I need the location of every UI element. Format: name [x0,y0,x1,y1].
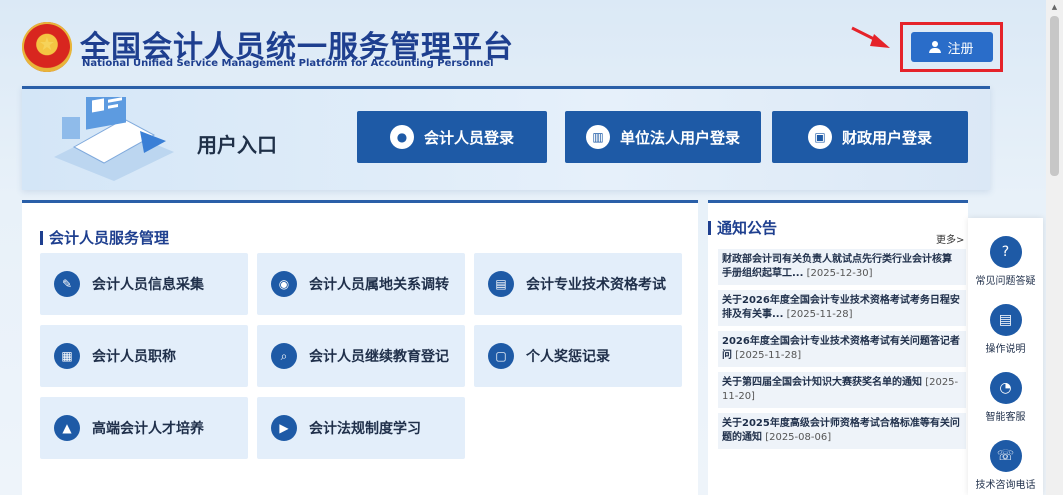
notice-title: 关于2025年度高级会计师资格考试合格标准等有关问题的通知 [722,418,960,443]
red-arrow-annotation [851,26,890,48]
manual-icon: ▤ [989,304,1022,336]
clipboard-icon: ▢ [488,343,514,369]
service-item-label: 会计人员信息采集 [92,277,204,293]
location-icon: ◉ [271,271,297,297]
user-icon: ● [389,125,414,149]
scroll-thumb[interactable] [1050,16,1059,176]
service-panel: 会计人员服务管理 ✎ 会计人员信息采集 ◉ 会计人员属地关系调转 ▤ 会计专业技… [22,200,698,495]
notice-section-title: 通知公告 [708,217,777,238]
entry-title: 用户入口 [197,133,277,157]
notice-date: [2025-12-30] [806,268,873,279]
vertical-scrollbar[interactable]: ▲ [1046,0,1063,495]
notice-date: [2025-08-06] [765,432,832,443]
service-item-label: 会计专业技术资格考试 [526,277,666,293]
finance-login-button[interactable]: ▣ 财政用户登录 [772,111,968,163]
notice-date: [2025-11-28] [786,309,853,320]
register-label: 注册 [947,41,974,57]
notice-item[interactable]: 关于2025年度高级会计师资格考试合格标准等有关问题的通知 [2025-08-0… [718,413,966,449]
more-link[interactable]: 更多> [936,231,964,246]
service-section-title: 会计人员服务管理 [40,227,169,248]
phone-icon: ☏ [989,440,1022,472]
edit-icon: ✎ [54,271,80,297]
float-label: 智能客服 [985,412,1026,423]
building-icon: ▥ [585,125,610,149]
document-icon: ▤ [488,271,514,297]
float-label: 常见问题答疑 [975,276,1036,287]
chat-button[interactable]: ◔ 智能客服 [968,372,1043,423]
service-item[interactable]: ▶ 会计法规制度学习 [257,397,465,459]
scroll-up-arrow-icon[interactable]: ▲ [1046,0,1063,14]
faq-button[interactable]: ? 常见问题答疑 [968,236,1043,287]
play-icon: ▶ [271,415,297,441]
question-icon: ? [989,236,1022,268]
login-button-label: 财政用户登录 [841,128,932,147]
service-item[interactable]: ✎ 会计人员信息采集 [40,253,248,315]
chat-icon: ◔ [989,372,1022,404]
login-button-label: 单位法人用户登录 [619,128,740,147]
manual-button[interactable]: ▤ 操作说明 [968,304,1043,355]
register-button[interactable]: 注册 [910,32,993,62]
float-label: 技术咨询电话 [975,480,1036,491]
computer-illustration-icon [54,97,174,181]
service-item[interactable]: ▲ 高端会计人才培养 [40,397,248,459]
entity-login-button[interactable]: ▥ 单位法人用户登录 [565,111,761,163]
site-subtitle: National Unified Service Management Plat… [82,58,494,69]
notice-panel: 通知公告 更多> 财政部会计司有关负责人就试点先行类行业会计核算手册组织起草工.… [708,200,968,495]
service-item[interactable]: ⌕ 会计人员继续教育登记 [257,325,465,387]
notice-title: 关于第四届全国会计知识大赛获奖名单的通知 [722,377,922,388]
service-item-label: 会计人员职称 [92,349,176,365]
page: 全国会计人员统一服务管理平台 National Unified Service … [0,0,1063,495]
notice-date: [2025-11-28] [735,350,802,361]
service-item-label: 会计人员属地关系调转 [309,277,449,293]
accountant-login-button[interactable]: ● 会计人员登录 [357,111,547,163]
notice-item[interactable]: 关于第四届全国会计知识大赛获奖名单的通知 [2025-11-20] [718,372,966,408]
float-label: 操作说明 [985,344,1026,355]
notice-item[interactable]: 关于2026年度全国会计专业技术资格考试考务日程安排及有关事... [2025-… [718,290,966,326]
service-item-label: 高端会计人才培养 [92,421,204,437]
register-highlight-box: 注册 [900,22,1003,72]
user-icon [929,41,942,53]
search-doc-icon: ⌕ [271,343,297,369]
phone-button[interactable]: ☏ 技术咨询电话 [968,440,1043,491]
login-button-label: 会计人员登录 [423,128,514,147]
service-item-label: 个人奖惩记录 [526,349,610,365]
service-item[interactable]: ▦ 会计人员职称 [40,325,248,387]
notice-item[interactable]: 财政部会计司有关负责人就试点先行类行业会计核算手册组织起草工... [2025-… [718,249,966,285]
service-item[interactable]: ▤ 会计专业技术资格考试 [474,253,682,315]
graduation-icon: ▲ [54,415,80,441]
service-item-label: 会计法规制度学习 [309,421,421,437]
service-item-label: 会计人员继续教育登记 [309,349,449,365]
floating-help-bar: ? 常见问题答疑 ▤ 操作说明 ◔ 智能客服 ☏ 技术咨询电话 [968,218,1043,495]
service-item[interactable]: ▢ 个人奖惩记录 [474,325,682,387]
certificate-icon: ▦ [54,343,80,369]
user-entry-band: 用户入口 ● 会计人员登录 ▥ 单位法人用户登录 ▣ 财政用户登录 [22,86,990,190]
id-card-icon: ▣ [807,125,832,149]
national-emblem-logo [22,22,72,72]
notice-item[interactable]: 2026年度全国会计专业技术资格考试有关问题答记者问 [2025-11-28] [718,331,966,367]
service-item[interactable]: ◉ 会计人员属地关系调转 [257,253,465,315]
